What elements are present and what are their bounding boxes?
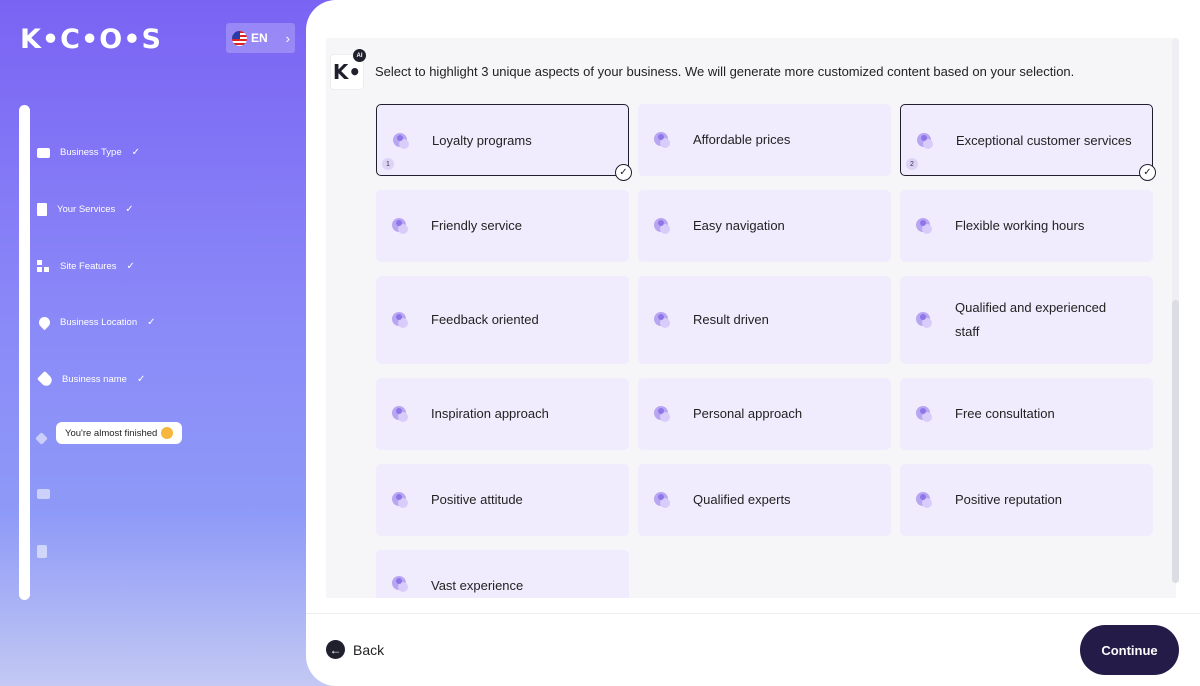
- aspect-card[interactable]: Free consultation: [900, 378, 1153, 450]
- aspect-card[interactable]: Qualified and experienced staff: [900, 276, 1153, 364]
- step-your-services[interactable]: Your Services ✓: [37, 203, 134, 216]
- step-pending-mail: [37, 489, 50, 499]
- footer-divider: [306, 613, 1200, 614]
- language-selector[interactable]: EN ›: [226, 23, 295, 53]
- aspect-label: Result driven: [693, 312, 769, 327]
- main-panel: K• AI Select to highlight 3 unique aspec…: [306, 0, 1200, 686]
- aspect-label: Positive reputation: [955, 492, 1062, 507]
- aspect-card[interactable]: Qualified experts: [638, 464, 891, 536]
- step-label: Business Location: [60, 317, 138, 328]
- document-icon: [37, 203, 47, 216]
- aspect-card[interactable]: Feedback oriented: [376, 276, 629, 364]
- continue-button[interactable]: Continue: [1080, 625, 1179, 675]
- tag-icon: [37, 371, 54, 388]
- aspect-card[interactable]: Inspiration approach: [376, 378, 629, 450]
- selection-order-badge: 1: [382, 158, 394, 170]
- friendly-heart-icon: [388, 214, 412, 238]
- aspect-card[interactable]: Personal approach: [638, 378, 891, 450]
- expert-icon: [650, 488, 674, 512]
- aspect-label: Affordable prices: [693, 132, 791, 147]
- feedback-icon: [388, 308, 412, 332]
- briefcase-icon: [37, 148, 50, 158]
- aspect-card[interactable]: Exceptional customer services 2 ✓: [900, 104, 1156, 181]
- coins-icon: [650, 128, 674, 152]
- ai-badge: AI: [353, 49, 366, 62]
- target-icon: [650, 308, 674, 332]
- check-icon: ✓: [131, 146, 141, 158]
- aspect-label: Inspiration approach: [431, 406, 549, 421]
- step-label: Your Services: [57, 204, 116, 215]
- aspect-label: Vast experience: [431, 578, 524, 593]
- back-button[interactable]: ← Back: [326, 640, 384, 659]
- map-icon: [650, 214, 674, 238]
- step-pending-page: [37, 545, 47, 558]
- back-label: Back: [353, 641, 385, 658]
- lightbulb-icon: [388, 402, 412, 426]
- progress-rail: [19, 105, 30, 600]
- aspect-label: Positive attitude: [431, 492, 523, 507]
- prompt-text: Select to highlight 3 unique aspects of …: [375, 64, 1075, 79]
- aspect-card[interactable]: Positive reputation: [900, 464, 1153, 536]
- check-icon: ✓: [147, 317, 156, 328]
- scrollbar-thumb[interactable]: [1172, 300, 1179, 583]
- aspect-label: Friendly service: [431, 218, 523, 233]
- award-ribbon-icon: [912, 488, 936, 512]
- step-label: Site Features: [60, 261, 117, 272]
- diamond-icon: [35, 432, 48, 445]
- mail-icon: [37, 489, 50, 499]
- progress-tooltip: You're almost finished: [56, 422, 183, 444]
- person-icon: [650, 402, 674, 426]
- chevron-right-icon: ›: [285, 30, 291, 46]
- aspect-card[interactable]: Flexible working hours: [900, 190, 1153, 262]
- party-face-emoji: [161, 427, 174, 439]
- page-icon: [37, 545, 47, 558]
- language-code: EN: [251, 31, 268, 45]
- staff-icon: [912, 308, 936, 332]
- aspect-card[interactable]: Vast experience: [376, 550, 629, 598]
- aspect-label: Free consultation: [955, 406, 1055, 421]
- loyalty-card-icon: [389, 129, 413, 153]
- customer-service-icon: [913, 129, 937, 153]
- aspect-card[interactable]: Easy navigation: [638, 190, 891, 262]
- aspect-label: Easy navigation: [693, 218, 785, 233]
- briefcase-icon: [388, 572, 412, 596]
- step-site-features[interactable]: Site Features ✓: [37, 260, 135, 273]
- consultation-icon: [912, 402, 936, 426]
- aspect-card[interactable]: Friendly service: [376, 190, 629, 262]
- selection-order-badge: 2: [906, 158, 918, 170]
- check-icon: ✓: [136, 374, 146, 385]
- aspect-label: Loyalty programs: [432, 133, 532, 148]
- sidebar: K•C•O•S EN › Business Type ✓ Your Servic…: [0, 0, 340, 686]
- brand-logo: K•C•O•S: [20, 24, 162, 55]
- aspect-label: Personal approach: [693, 406, 803, 421]
- aspect-label: Exceptional customer services: [956, 133, 1132, 148]
- step-current: [35, 432, 48, 445]
- check-icon: ✓: [126, 261, 135, 272]
- aspect-card[interactable]: Positive attitude: [376, 464, 629, 536]
- check-icon: ✓: [125, 204, 134, 215]
- smile-icon: [388, 488, 412, 512]
- step-label: Business name: [62, 374, 127, 385]
- step-business-type[interactable]: Business Type ✓: [37, 146, 140, 158]
- tooltip-text: You're almost finished: [65, 427, 158, 439]
- clock-gear-icon: [912, 214, 936, 238]
- step-business-name[interactable]: Business name ✓: [37, 371, 146, 388]
- location-pin-icon: [36, 314, 53, 331]
- grid-plus-icon: [37, 260, 50, 273]
- aspect-label: Qualified experts: [693, 492, 791, 507]
- check-circle-icon: ✓: [1139, 164, 1156, 181]
- step-label: Business Type: [60, 146, 122, 158]
- aspect-card[interactable]: Affordable prices: [638, 104, 891, 176]
- check-circle-icon: ✓: [615, 164, 632, 181]
- aspect-card[interactable]: Loyalty programs 1 ✓: [376, 104, 632, 181]
- aspect-label: Feedback oriented: [431, 312, 539, 327]
- step-business-location[interactable]: Business Location ✓: [36, 314, 156, 331]
- us-flag-icon: [232, 30, 247, 46]
- aspect-card[interactable]: Result driven: [638, 276, 891, 364]
- aspect-label: Qualified and experienced staff: [955, 300, 1107, 339]
- arrow-left-icon: ←: [326, 640, 345, 659]
- aspect-label: Flexible working hours: [955, 218, 1085, 233]
